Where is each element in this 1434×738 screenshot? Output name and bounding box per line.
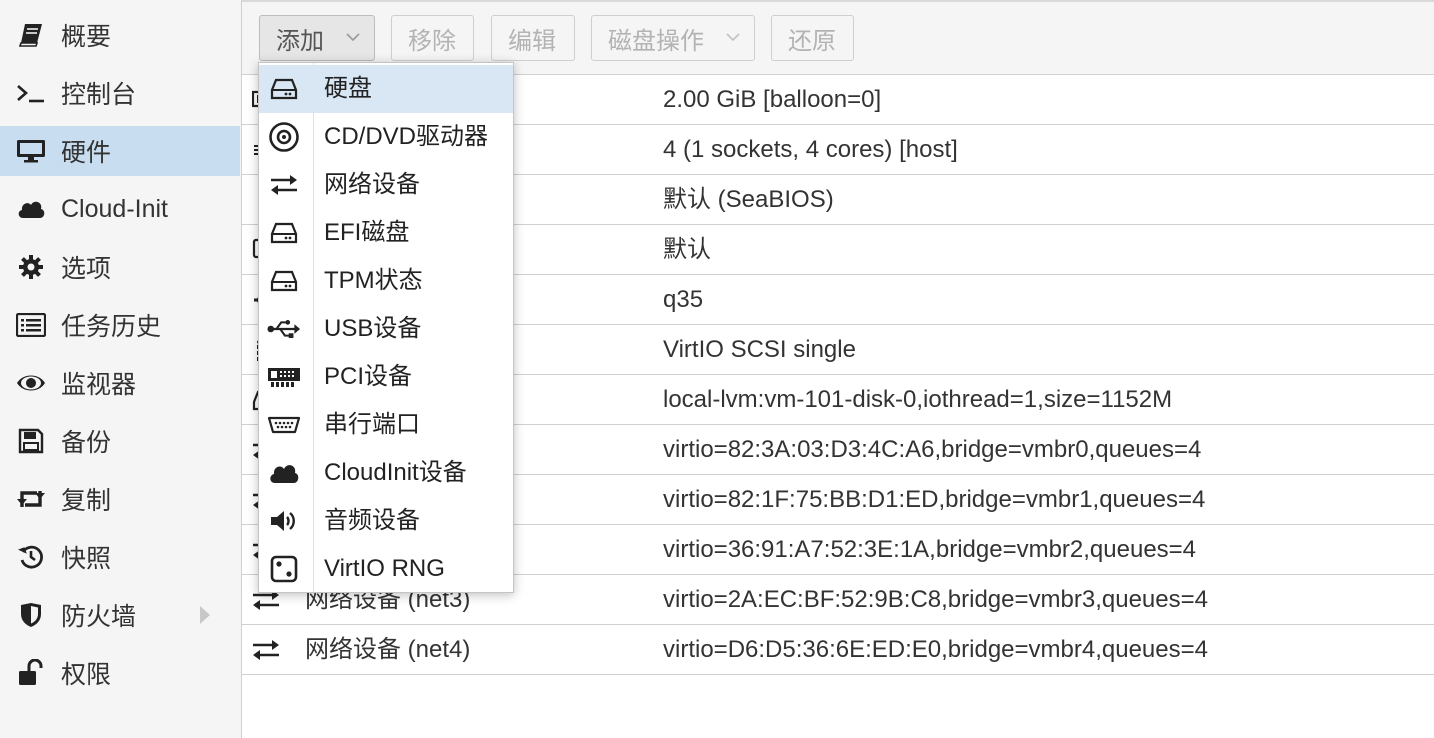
volume-icon: [267, 506, 301, 536]
sidebar-item-firewall[interactable]: 防火墙: [0, 590, 240, 640]
sidebar-item-label: 选项: [61, 255, 112, 283]
exchange-icon: [267, 170, 301, 200]
sidebar-item-label: 快照: [61, 545, 112, 573]
unlock-icon: [16, 658, 46, 688]
sidebar-item-options[interactable]: 选项: [0, 242, 240, 292]
sidebar-item-label: 硬件: [61, 139, 112, 167]
disk-action-button-label: 磁盘操作: [608, 27, 704, 55]
expand-arrow-icon[interactable]: [200, 606, 210, 624]
menu-item-label: 音频设备: [324, 507, 420, 534]
menu-item-label: TPM状态: [324, 267, 423, 294]
cloud-icon: [16, 194, 46, 224]
sidebar: 概要 控制台 硬件 Cloud-Init 选项 任务历史 监视器 备份 复制 快…: [0, 0, 242, 738]
sidebar-item-task-history[interactable]: 任务历史: [0, 300, 240, 350]
sidebar-item-label: 控制台: [61, 81, 137, 109]
menu-item-audio-device[interactable]: 音频设备: [259, 497, 513, 545]
row-value: local-lvm:vm-101-disk-0,iothread=1,size=…: [663, 386, 1173, 413]
cdrom-icon: [267, 122, 301, 152]
book-icon: [16, 20, 46, 50]
menu-item-label: 硬盘: [324, 75, 372, 102]
sidebar-item-label: 防火墙: [61, 603, 137, 631]
eye-icon: [16, 368, 46, 398]
gear-icon: [16, 252, 46, 282]
retweet-icon: [16, 484, 46, 514]
menu-item-label: EFI磁盘: [324, 219, 410, 246]
row-name: 网络设备 (net4): [305, 636, 471, 663]
menu-item-label: USB设备: [324, 315, 422, 342]
menu-item-tpm-state[interactable]: TPM状态: [259, 257, 513, 305]
row-value: 2.00 GiB [balloon=0]: [663, 86, 882, 113]
row-value: VirtIO SCSI single: [663, 336, 856, 363]
row-value: q35: [663, 286, 704, 313]
list-icon: [16, 310, 46, 340]
menu-item-label: PCI设备: [324, 363, 413, 390]
sidebar-item-summary[interactable]: 概要: [0, 10, 240, 60]
add-dropdown-menu: 硬盘 CD/DVD驱动器 网络设备 EFI磁盘 TPM状态 USB设备 PCI设…: [258, 62, 514, 593]
row-value: virtio=36:91:A7:52:3E:1A,bridge=vmbr2,qu…: [663, 536, 1197, 563]
sidebar-item-label: 权限: [61, 661, 112, 689]
chevron-down-icon: [726, 33, 740, 42]
serial-port-icon: [267, 410, 301, 440]
menu-item-cd-dvd[interactable]: CD/DVD驱动器: [259, 113, 513, 161]
sidebar-item-label: 概要: [61, 23, 112, 51]
sidebar-item-console[interactable]: 控制台: [0, 68, 240, 118]
history-icon: [16, 542, 46, 572]
menu-item-label: 串行端口: [324, 411, 420, 438]
sidebar-item-hardware[interactable]: 硬件: [0, 126, 240, 176]
shield-icon: [16, 600, 46, 630]
dice-icon: [267, 554, 301, 584]
row-value: virtio=D6:D5:36:6E:ED:E0,bridge=vmbr4,qu…: [663, 636, 1208, 663]
row-value: virtio=2A:EC:BF:52:9B:C8,bridge=vmbr3,qu…: [663, 586, 1208, 613]
sidebar-item-backup[interactable]: 备份: [0, 416, 240, 466]
menu-item-pci-device[interactable]: PCI设备: [259, 353, 513, 401]
menu-item-cloudinit-device[interactable]: CloudInit设备: [259, 449, 513, 497]
floppy-icon: [16, 426, 46, 456]
sidebar-item-label: 任务历史: [61, 313, 162, 341]
menu-item-usb-device[interactable]: USB设备: [259, 305, 513, 353]
revert-button[interactable]: 还原: [771, 15, 854, 61]
pci-card-icon: [267, 362, 301, 392]
add-button-label: 添加: [276, 27, 324, 55]
remove-button-label: 移除: [408, 27, 456, 55]
hdd-icon: [267, 218, 301, 248]
disk-action-button[interactable]: 磁盘操作: [591, 15, 755, 61]
hdd-icon: [267, 74, 301, 104]
cloud-icon: [267, 458, 301, 488]
chevron-down-icon: [346, 33, 360, 42]
row-value: 默认: [663, 236, 711, 263]
sidebar-item-label: 监视器: [61, 371, 137, 399]
menu-item-hard-disk[interactable]: 硬盘: [259, 65, 513, 113]
table-row[interactable]: 网络设备 (net4) virtio=D6:D5:36:6E:ED:E0,bri…: [242, 624, 1434, 675]
exchange-icon: [250, 635, 282, 665]
menu-item-label: CD/DVD驱动器: [324, 123, 489, 150]
add-button[interactable]: 添加: [259, 15, 375, 61]
sidebar-item-cloud-init[interactable]: Cloud-Init: [0, 184, 240, 234]
menu-item-network-device[interactable]: 网络设备: [259, 161, 513, 209]
sidebar-item-replication[interactable]: 复制: [0, 474, 240, 524]
monitor-icon: [16, 136, 46, 166]
sidebar-item-snapshots[interactable]: 快照: [0, 532, 240, 582]
menu-item-serial-port[interactable]: 串行端口: [259, 401, 513, 449]
edit-button-label: 编辑: [508, 27, 556, 55]
edit-button[interactable]: 编辑: [491, 15, 575, 61]
sidebar-item-monitor[interactable]: 监视器: [0, 358, 240, 408]
menu-item-label: 网络设备: [324, 171, 420, 198]
row-value: 默认 (SeaBIOS): [663, 186, 834, 213]
menu-item-label: CloudInit设备: [324, 459, 467, 486]
sidebar-item-permissions[interactable]: 权限: [0, 648, 240, 698]
remove-button[interactable]: 移除: [391, 15, 474, 61]
menu-item-virtio-rng[interactable]: VirtIO RNG: [259, 545, 513, 593]
menu-item-efi-disk[interactable]: EFI磁盘: [259, 209, 513, 257]
row-value: virtio=82:3A:03:D3:4C:A6,bridge=vmbr0,qu…: [663, 436, 1202, 463]
sidebar-item-label: 复制: [61, 487, 112, 515]
sidebar-item-label: Cloud-Init: [61, 194, 168, 223]
row-value: virtio=82:1F:75:BB:D1:ED,bridge=vmbr1,qu…: [663, 486, 1206, 513]
row-value: 4 (1 sockets, 4 cores) [host]: [663, 136, 958, 163]
sidebar-item-label: 备份: [61, 429, 112, 457]
terminal-icon: [16, 78, 46, 108]
revert-button-label: 还原: [788, 27, 836, 55]
menu-item-label: VirtIO RNG: [324, 555, 445, 582]
usb-icon: [267, 314, 301, 344]
hdd-icon: [267, 266, 301, 296]
